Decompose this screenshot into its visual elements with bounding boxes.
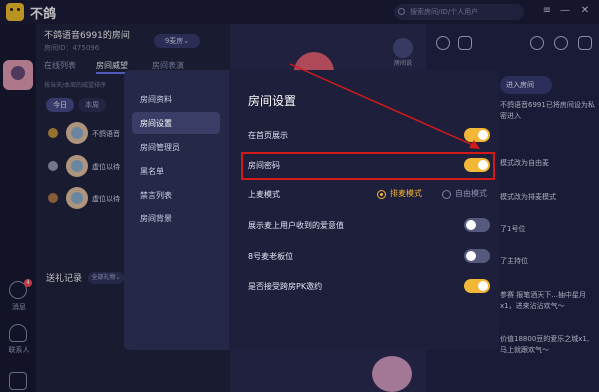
menu-item-blacklist[interactable]: 黑名单 bbox=[140, 166, 164, 177]
setting-label-cross-room-pk: 是否接受跨房PK邀约 bbox=[248, 282, 323, 291]
mic-mode-free-radio[interactable] bbox=[442, 190, 451, 199]
show-on-home-toggle[interactable] bbox=[464, 128, 490, 142]
setting-label-boss-seat: 8号麦老板位 bbox=[248, 252, 294, 261]
setting-label-mic-mode: 上麦模式 bbox=[248, 190, 280, 199]
menu-item-room-settings[interactable]: 房间设置 bbox=[140, 118, 172, 129]
setting-label-show-on-home: 在首页展示 bbox=[248, 131, 288, 140]
mic-mode-free-label[interactable]: 自由模式 bbox=[455, 188, 487, 199]
menu-item-room-admins[interactable]: 房间管理员 bbox=[140, 142, 180, 153]
boss-seat-toggle[interactable] bbox=[464, 249, 490, 263]
menu-item-room-background[interactable]: 房间背景 bbox=[140, 213, 172, 224]
mic-mode-queue-radio[interactable] bbox=[377, 190, 386, 199]
mic-mode-queue-label[interactable]: 排麦模式 bbox=[390, 188, 422, 199]
setting-label-show-love-value: 展示麦上用户收到的爱意值 bbox=[248, 221, 344, 230]
menu-item-room-info[interactable]: 房间资料 bbox=[140, 94, 172, 105]
show-love-value-toggle[interactable] bbox=[464, 218, 490, 232]
settings-content bbox=[229, 70, 499, 350]
settings-title: 房间设置 bbox=[248, 94, 297, 108]
highlight-box bbox=[241, 152, 495, 180]
menu-item-mute-list[interactable]: 禁言列表 bbox=[140, 190, 172, 201]
cross-room-pk-toggle[interactable] bbox=[464, 279, 490, 293]
